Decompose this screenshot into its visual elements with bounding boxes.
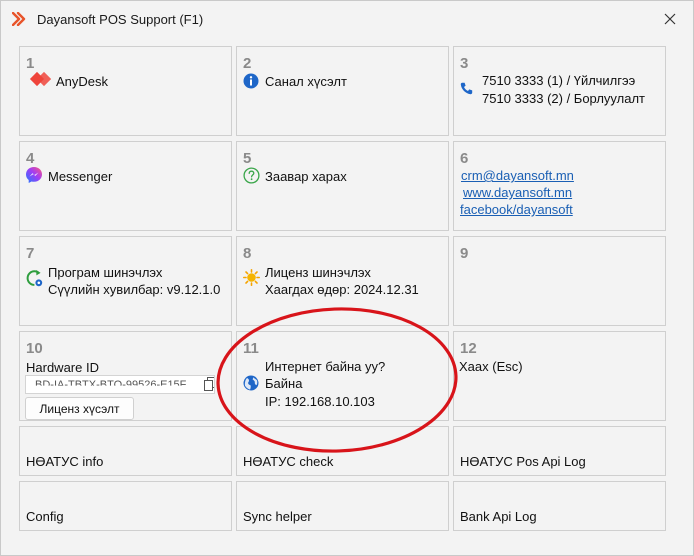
tile-label: НӨАТУС check	[243, 454, 334, 469]
license-label: Лиценз шинэчлэх	[265, 265, 371, 280]
phone-service: 7510 3333 (1) / Үйлчилгээ	[482, 73, 636, 88]
tile-label: Config	[26, 509, 64, 524]
tile-contacts: 6 crm@dayansoft.mn www.dayansoft.mn face…	[453, 141, 666, 231]
window-title: Dayansoft POS Support (F1)	[37, 12, 204, 27]
close-icon	[664, 13, 676, 25]
tile-number: 9	[460, 245, 469, 262]
tile-number: 12	[460, 340, 477, 357]
tile-label: Messenger	[48, 169, 113, 184]
internet-status: Байна	[265, 376, 303, 391]
license-expiry: Хаагдах өдөр: 2024.12.31	[265, 282, 419, 297]
latest-version: Сүүлийн хувилбар: v9.12.1.0	[48, 282, 221, 297]
tile-label: Заавар харах	[265, 169, 347, 184]
tile-pos-api-log[interactable]: НӨАТУС Pos Api Log	[453, 426, 666, 476]
tile-bank-api-log[interactable]: Bank Api Log	[453, 481, 666, 531]
tile-label: AnyDesk	[56, 74, 109, 89]
tile-internet[interactable]: 11 Интернет байна уу? Байна IP: 192.168.…	[236, 331, 449, 421]
tile-number: 8	[243, 245, 252, 262]
tile-label: Bank Api Log	[460, 509, 537, 524]
tile-nouatus-info[interactable]: НӨАТУС info	[19, 426, 232, 476]
tile-number: 7	[26, 245, 35, 262]
tile-config[interactable]: Config	[19, 481, 232, 531]
tile-label: НӨАТУС Pos Api Log	[460, 454, 586, 469]
tile-number: 3	[460, 55, 469, 72]
sun-icon	[243, 269, 260, 286]
hardware-id-label: Hardware ID	[26, 360, 99, 375]
close-label: Хаах (Esc)	[459, 359, 523, 374]
help-icon	[243, 167, 260, 184]
tile-license[interactable]: 8 Лиценз шинэчлэх Хаагдах өдөр: 2024.12.…	[236, 236, 449, 326]
title-bar: Dayansoft POS Support (F1)	[1, 1, 693, 37]
tile-hardware-id: 10 Hardware ID BD-IA-TBTX-BTO-99526-E15F…	[19, 331, 232, 421]
tile-sync-helper[interactable]: Sync helper	[236, 481, 449, 531]
tile-label: НӨАТУС info	[26, 454, 104, 469]
tile-nouatus-check[interactable]: НӨАТУС check	[236, 426, 449, 476]
tile-guide[interactable]: 5 Заавар харах	[236, 141, 449, 231]
messenger-icon	[26, 167, 42, 183]
facebook-link[interactable]: facebook/dayansoft	[460, 202, 573, 217]
tile-phone[interactable]: 3 7510 3333 (1) / Үйлчилгээ 7510 3333 (2…	[453, 46, 666, 136]
tile-update[interactable]: 7 Програм шинэчлэх Сүүлийн хувилбар: v9.…	[19, 236, 232, 326]
tile-feedback[interactable]: 2 Санал хүсэлт	[236, 46, 449, 136]
license-request-button[interactable]: Лиценз хүсэлт	[25, 397, 134, 420]
tile-close[interactable]: 12 Хаах (Esc)	[453, 331, 666, 421]
email-link[interactable]: crm@dayansoft.mn	[461, 168, 574, 183]
tile-empty-9: 9	[453, 236, 666, 326]
globe-icon	[243, 375, 259, 391]
update-label: Програм шинэчлэх	[48, 265, 163, 280]
website-link[interactable]: www.dayansoft.mn	[463, 185, 572, 200]
tile-label: Санал хүсэлт	[265, 74, 347, 89]
info-icon	[243, 73, 259, 89]
copy-icon[interactable]	[204, 377, 215, 392]
support-window: Dayansoft POS Support (F1) 1 AnyDesk 2 С…	[0, 0, 694, 556]
ip-address: IP: 192.168.10.103	[265, 394, 375, 409]
phone-icon	[460, 82, 473, 95]
tile-number: 10	[26, 340, 43, 357]
phone-sales: 7510 3333 (2) / Борлуулалт	[482, 91, 645, 106]
hardware-id-value: BD-IA-TBTX-BTO-99526-E15F	[35, 379, 187, 391]
update-icon	[26, 270, 43, 287]
app-logo-icon	[12, 12, 26, 26]
internet-question: Интернет байна уу?	[265, 359, 386, 374]
tile-number: 11	[243, 340, 259, 357]
tile-messenger[interactable]: 4 Messenger	[19, 141, 232, 231]
tile-number: 1	[26, 55, 35, 72]
tile-number: 5	[243, 150, 252, 167]
tile-label: Sync helper	[243, 509, 312, 524]
hardware-id-field[interactable]: BD-IA-TBTX-BTO-99526-E15F	[25, 375, 215, 394]
tile-number: 2	[243, 55, 252, 72]
close-button[interactable]	[647, 3, 693, 35]
tile-number: 6	[460, 150, 469, 167]
tile-number: 4	[26, 150, 35, 167]
anydesk-icon	[29, 71, 51, 87]
tile-anydesk[interactable]: 1 AnyDesk	[19, 46, 232, 136]
